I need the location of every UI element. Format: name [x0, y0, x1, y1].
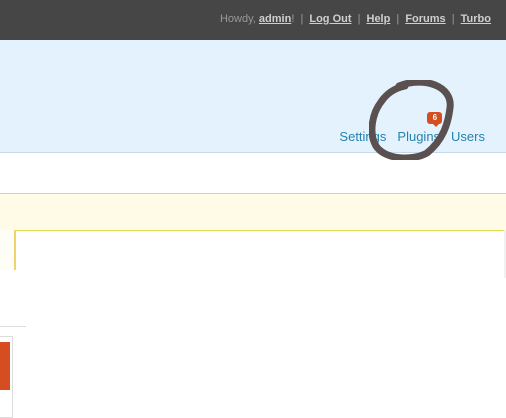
- username-link[interactable]: admin: [259, 13, 291, 25]
- notice-box-edge: [0, 230, 16, 270]
- nav-users[interactable]: Users: [451, 129, 485, 144]
- plugin-update-count-badge: 6: [427, 112, 443, 127]
- admin-submenu: Settings Plugins 6 Users: [339, 112, 485, 144]
- turbo-link[interactable]: Turbo: [461, 13, 491, 25]
- nav-plugins-wrap: Plugins 6: [386, 112, 443, 144]
- admin-header: Settings Plugins 6 Users: [0, 40, 506, 153]
- separator: |: [300, 13, 304, 25]
- user-links: Howdy, admin! | Log Out | Help | Forums …: [220, 13, 491, 25]
- greeting-suffix: !: [291, 13, 295, 25]
- separator: |: [357, 13, 361, 25]
- logout-link[interactable]: Log Out: [309, 13, 351, 25]
- forums-link[interactable]: Forums: [405, 13, 445, 25]
- orange-panel-edge: [0, 342, 10, 390]
- help-link[interactable]: Help: [367, 13, 391, 25]
- nav-plugins[interactable]: Plugins: [397, 129, 440, 144]
- nav-settings[interactable]: Settings: [339, 129, 386, 144]
- separator: |: [396, 13, 400, 25]
- admin-top-bar: Howdy, admin! | Log Out | Help | Forums …: [0, 0, 506, 40]
- section-divider: [0, 326, 26, 327]
- greeting-text: Howdy,: [219, 13, 256, 25]
- separator: |: [451, 13, 455, 25]
- notice-bar: [0, 194, 506, 231]
